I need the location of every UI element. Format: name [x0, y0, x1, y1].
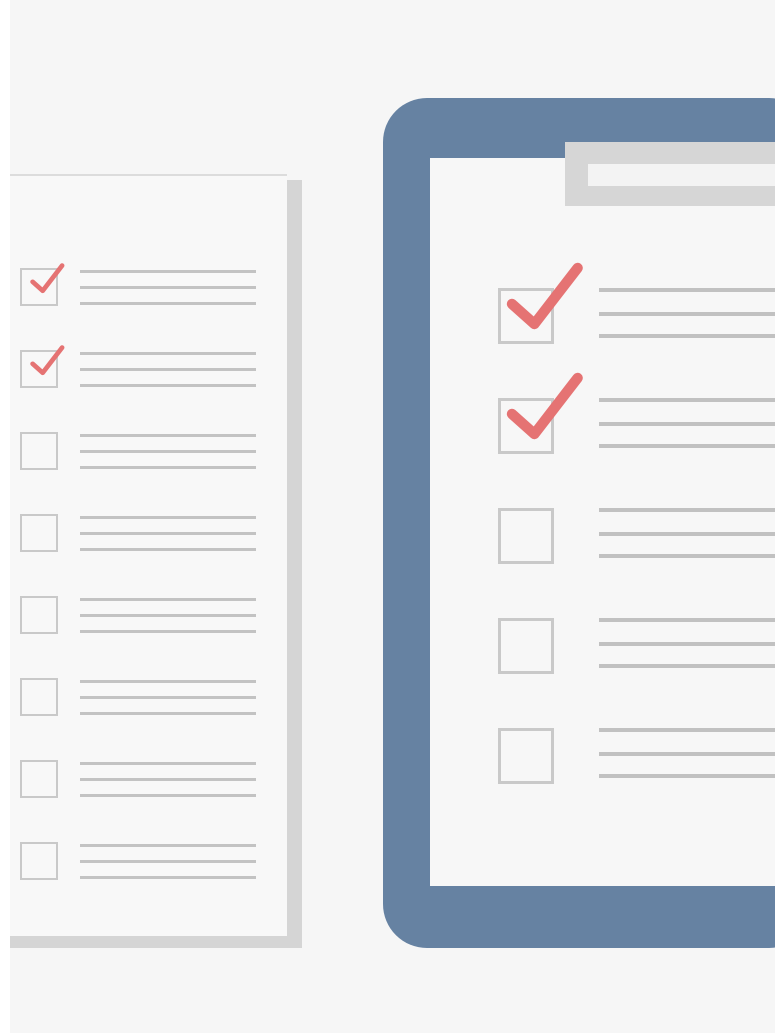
text-line-placeholder [599, 288, 775, 292]
clipboard-checklist-item [498, 508, 775, 568]
text-line-placeholder [80, 286, 256, 289]
text-line-placeholder [599, 728, 775, 732]
text-line-placeholder [80, 450, 256, 453]
text-line-placeholder [599, 312, 775, 316]
text-line-placeholder [599, 398, 775, 402]
checkbox-icon [498, 728, 554, 784]
text-line-placeholder [599, 774, 775, 778]
text-line-placeholder [80, 844, 256, 847]
checkbox-icon [20, 678, 58, 716]
checklist-item [20, 432, 260, 476]
checklist-item [20, 678, 260, 722]
text-line-placeholder [80, 270, 256, 273]
checkbox-icon [498, 618, 554, 674]
checklist-item [20, 345, 260, 394]
checklist-item [20, 263, 260, 312]
text-line-placeholder [80, 860, 256, 863]
checklist-item [20, 596, 260, 640]
checkbox-icon [20, 760, 58, 798]
text-line-placeholder [599, 618, 775, 622]
text-line-placeholder [80, 876, 256, 879]
clipboard-checklist-item [498, 262, 775, 348]
checkbox-icon [20, 514, 58, 552]
checklist-item [20, 514, 260, 558]
text-line-placeholder [80, 368, 256, 371]
text-line-placeholder [80, 630, 256, 633]
text-line-placeholder [599, 532, 775, 536]
clipboard-clip-slot [588, 164, 775, 186]
text-line-placeholder [599, 334, 775, 338]
checkmark-icon [30, 263, 65, 294]
text-line-placeholder [599, 508, 775, 512]
text-line-placeholder [80, 302, 256, 305]
clipboard-checklist-item [498, 372, 775, 458]
text-line-placeholder [599, 422, 775, 426]
text-line-placeholder [80, 516, 256, 519]
text-line-placeholder [80, 352, 256, 355]
checklist-item [20, 842, 260, 886]
checkmark-icon [506, 372, 583, 440]
text-line-placeholder [80, 778, 256, 781]
checkbox-icon [20, 596, 58, 634]
text-line-placeholder [80, 762, 256, 765]
text-line-placeholder [599, 554, 775, 558]
text-line-placeholder [80, 696, 256, 699]
text-line-placeholder [80, 548, 256, 551]
text-line-placeholder [80, 794, 256, 797]
checkmark-icon [30, 345, 65, 376]
checkbox-icon [20, 842, 58, 880]
text-line-placeholder [80, 614, 256, 617]
text-line-placeholder [80, 434, 256, 437]
checklist-illustration [0, 0, 775, 1033]
text-line-placeholder [80, 598, 256, 601]
clipboard-checklist-item [498, 728, 775, 788]
left-edge-strip [0, 0, 10, 1033]
text-line-placeholder [599, 664, 775, 668]
text-line-placeholder [599, 752, 775, 756]
checklist-item [20, 760, 260, 804]
text-line-placeholder [80, 466, 256, 469]
checkbox-icon [498, 508, 554, 564]
text-line-placeholder [599, 444, 775, 448]
clipboard-checklist-item [498, 618, 775, 678]
checkmark-icon [506, 262, 583, 330]
text-line-placeholder [80, 532, 256, 535]
text-line-placeholder [80, 680, 256, 683]
text-line-placeholder [80, 712, 256, 715]
checkbox-icon [20, 432, 58, 470]
text-line-placeholder [599, 642, 775, 646]
text-line-placeholder [80, 384, 256, 387]
